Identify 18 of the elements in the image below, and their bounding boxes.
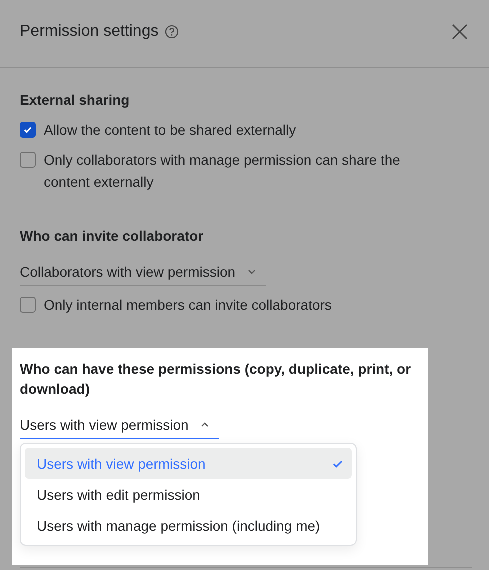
section-heading: Who can invite collaborator <box>20 227 204 246</box>
checkbox-label: Only internal members can invite collaborators <box>44 296 332 315</box>
menu-option[interactable]: Users with manage permission (including me) <box>25 510 352 541</box>
checkbox-label: Only collaborators with manage permission can share the content externally <box>44 151 402 192</box>
checkbox[interactable] <box>20 152 36 168</box>
menu-option[interactable]: Users with view permission <box>25 448 352 479</box>
section-heading: Who can have these permissions (copy, duplicate, print, or download) <box>20 360 412 399</box>
section-heading: External sharing <box>20 91 130 110</box>
close-button[interactable] <box>451 22 469 40</box>
dropdown-select[interactable]: Users with view permission <box>20 411 219 439</box>
menu-option[interactable]: Users with edit permission <box>25 479 352 510</box>
checkmark-icon <box>23 125 33 135</box>
dropdown-select[interactable]: Collaborators with view permission <box>20 258 266 286</box>
dialog-title: Permission settings <box>20 22 159 40</box>
checkbox[interactable] <box>20 297 36 313</box>
help-icon[interactable] <box>164 24 179 38</box>
checkbox[interactable] <box>20 122 36 138</box>
checkbox-label: Allow the content to be shared externally <box>44 121 296 140</box>
